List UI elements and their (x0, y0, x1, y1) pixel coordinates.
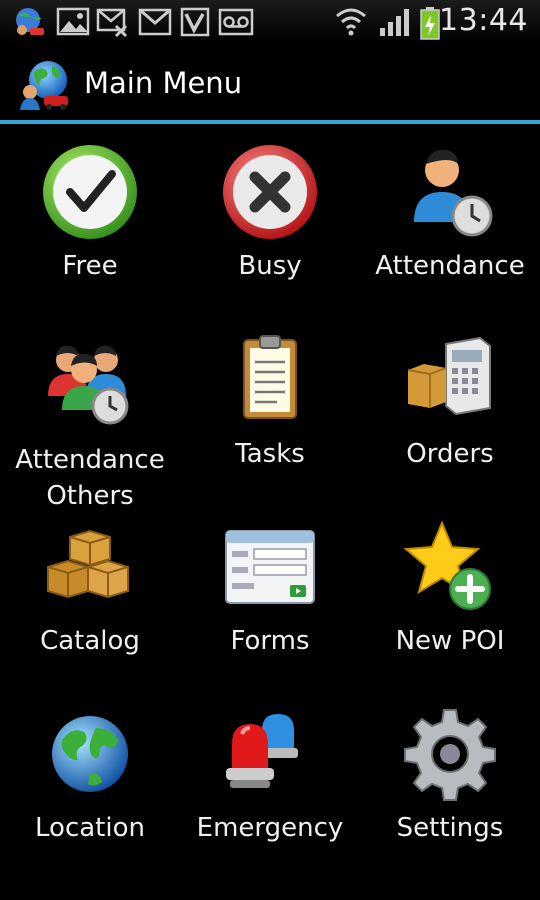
menu-item-label: Free (62, 251, 118, 281)
menu-item-label: Orders (406, 439, 494, 469)
x-icon (223, 145, 317, 239)
menu-item-emergency[interactable]: Emergency (180, 692, 360, 872)
status-time: 13:44 (439, 3, 528, 38)
gear-icon (404, 709, 496, 801)
star-plus-icon (403, 520, 491, 610)
menu-item-label: Attendance (375, 251, 525, 281)
voicemail-icon (218, 8, 254, 36)
menu-item-free[interactable]: Free (0, 130, 180, 310)
missed-call-icon (96, 8, 128, 38)
app-notification-icon (16, 8, 44, 35)
menu-item-attendance-others[interactable]: Attendance Others (0, 318, 180, 511)
menu-item-label: Settings (396, 813, 504, 843)
boxes-icon (47, 529, 129, 599)
checkmark-icon (43, 145, 137, 239)
globe-people-icon (20, 61, 68, 110)
menu-item-orders[interactable]: Orders (360, 318, 540, 498)
menu-item-tasks[interactable]: Tasks (180, 318, 360, 498)
menu-item-label: New POI (395, 626, 505, 656)
menu-item-label: Busy (238, 251, 302, 281)
battery-charging-icon (420, 7, 440, 40)
form-icon (225, 530, 315, 604)
group-clock-icon (48, 345, 129, 425)
globe-icon (52, 716, 128, 792)
menu-item-forms[interactable]: Forms (180, 505, 360, 685)
menu-item-label-line1: Attendance (15, 445, 165, 475)
menu-item-settings[interactable]: Settings (360, 692, 540, 872)
menu-item-attendance[interactable]: Attendance (360, 130, 540, 310)
menu-item-location[interactable]: Location (0, 692, 180, 872)
clipboard-icon (243, 335, 297, 419)
menu-item-label: Emergency (196, 813, 344, 843)
siren-icon (226, 714, 298, 788)
status-bar: 13:44 (0, 0, 540, 44)
menu-item-label: Location (35, 813, 145, 843)
menu-item-new-poi[interactable]: New POI (360, 505, 540, 685)
menu-item-label: Forms (230, 626, 310, 656)
menu-item-label: Attendance Others (0, 442, 180, 514)
menu-item-label: Tasks (235, 439, 305, 469)
title-bar: Main Menu (0, 44, 540, 120)
page-title: Main Menu (84, 66, 243, 100)
title-divider (0, 120, 540, 124)
gmail-icon (138, 8, 172, 36)
menu-item-busy[interactable]: Busy (180, 130, 360, 310)
wifi-icon (336, 8, 366, 36)
box-calculator-icon (407, 336, 491, 416)
person-clock-icon (414, 149, 493, 237)
gallery-icon (56, 7, 90, 36)
signal-icon (380, 9, 409, 36)
menu-item-catalog[interactable]: Catalog (0, 505, 180, 685)
menu-item-label: Catalog (40, 626, 140, 656)
vine-icon (180, 7, 210, 37)
